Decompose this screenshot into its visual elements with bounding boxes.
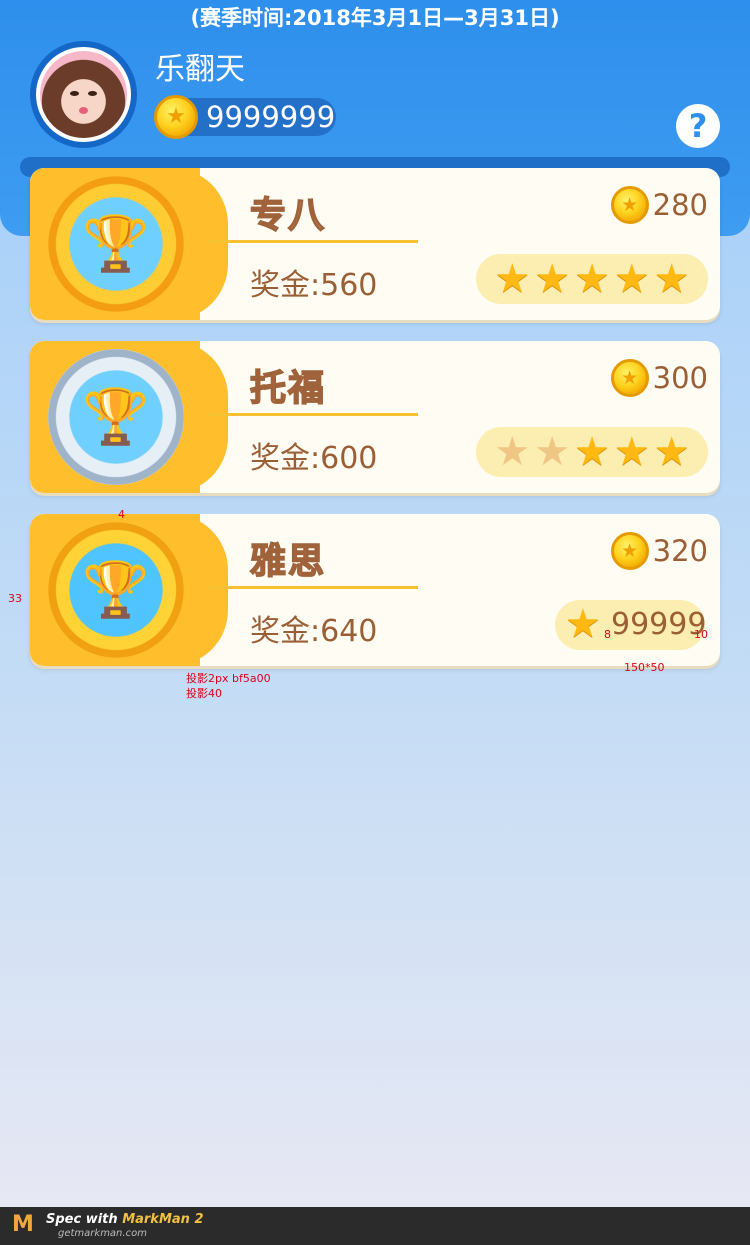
contest-title: 托福: [249, 367, 327, 410]
avatar-photo: [40, 51, 127, 138]
season-period: (赛季时间:2018年3月1日—3月31日): [190, 6, 560, 30]
spec-annotation: 33: [8, 592, 22, 605]
star-empty-icon: ★: [494, 429, 531, 475]
coin-amount: 9999999: [206, 100, 336, 134]
star-icon: ★: [653, 429, 690, 475]
contest-card-1[interactable]: 🏆 专八 奖金:560 ★ 280 ★ ★ ★ ★ ★: [30, 168, 720, 320]
help-button[interactable]: ?: [676, 104, 720, 148]
contest-title: 专八: [249, 194, 327, 237]
divider: [208, 586, 418, 589]
star-rating: ★ ★ ★ ★ ★: [476, 427, 708, 477]
star-icon: ★: [565, 601, 601, 647]
star-icon: ★: [574, 256, 610, 302]
star-icon: ★: [494, 256, 531, 302]
avatar[interactable]: [30, 41, 137, 148]
star-icon: ★: [574, 429, 610, 475]
spec-annotation: 投影2px bf5a00: [186, 672, 271, 685]
contest-card-3[interactable]: 🏆 雅思 奖金:640 ★ 320 ★ 99999: [30, 514, 720, 666]
divider: [208, 413, 418, 416]
divider: [208, 240, 418, 243]
question-icon: ?: [688, 107, 708, 145]
coin-icon: ★: [610, 532, 649, 570]
spec-annotation: 4: [118, 508, 125, 521]
cost-value: 300: [652, 361, 708, 395]
markman-logo-icon: M: [12, 1212, 34, 1237]
coin-icon: ★: [154, 95, 198, 139]
trophy-medal-icon: 🏆: [48, 176, 184, 312]
cost-value: 280: [652, 188, 708, 222]
contest-card-2[interactable]: 🏆 托福 奖金:600 ★ 300 ★ ★ ★ ★ ★: [30, 341, 720, 493]
spec-annotation: 8: [604, 628, 611, 641]
prize-text: 奖金:600: [250, 441, 378, 476]
star-icon: ★: [653, 256, 690, 302]
entry-cost: ★ 320: [610, 532, 708, 570]
markman-footer: M Spec with MarkMan 2 getmarkman.com: [0, 1207, 750, 1245]
trophy-medal-icon: 🏆: [48, 522, 184, 658]
spec-annotation: 10: [694, 628, 708, 641]
star-empty-icon: ★: [534, 429, 571, 475]
coin-icon: ★: [610, 186, 649, 224]
spec-annotation: 投影40: [186, 687, 222, 700]
star-count: ★ 99999: [555, 600, 707, 650]
prize-text: 奖金:560: [250, 268, 378, 303]
spec-annotation: 150*50: [624, 661, 665, 674]
star-icon: ★: [613, 256, 650, 302]
entry-cost: ★ 300: [610, 359, 708, 397]
coin-icon: ★: [610, 359, 649, 397]
star-rating: ★ ★ ★ ★ ★: [476, 254, 708, 304]
entry-cost: ★ 280: [610, 186, 708, 224]
coin-balance: ★ 9999999: [154, 95, 336, 139]
footer-line1: Spec with MarkMan 2: [46, 1212, 204, 1227]
footer-line2: getmarkman.com: [58, 1228, 147, 1239]
star-count-value: 99999: [611, 607, 707, 642]
username: 乐翻天: [155, 52, 245, 87]
cost-value: 320: [652, 534, 708, 568]
prize-text: 奖金:640: [250, 614, 378, 649]
trophy-medal-icon: 🏆: [48, 349, 184, 485]
star-icon: ★: [534, 256, 571, 302]
star-icon: ★: [613, 429, 650, 475]
contest-title: 雅思: [249, 540, 327, 583]
